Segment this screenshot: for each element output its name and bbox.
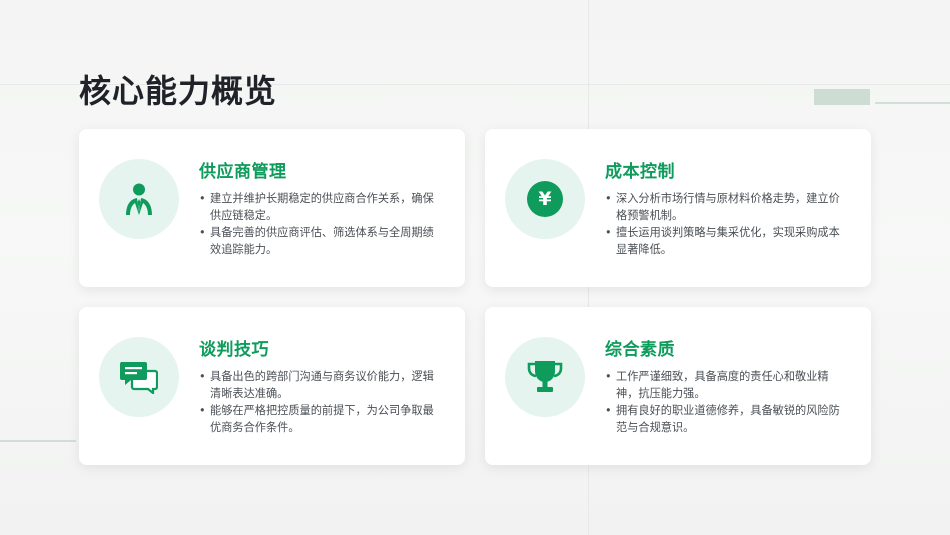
card-title: 成本控制 [605,162,675,182]
icon-badge [99,337,179,417]
list-item: 拥有良好的职业道德修养，具备敏锐的风险防范与合规意识。 [605,402,845,436]
capability-card-supplier: 供应商管理 建立并维护长期稳定的供应商合作关系，确保供应链稳定。 具备完善的供应… [79,129,465,287]
card-title: 谈判技巧 [199,340,269,360]
chat-bubbles-icon [120,362,158,394]
card-title: 综合素质 [605,340,675,360]
capability-card-negotiation: 谈判技巧 具备出色的跨部门沟通与商务议价能力，逻辑清晰表达准确。 能够在严格把控… [79,307,465,465]
card-points: 建立并维护长期稳定的供应商合作关系，确保供应链稳定。 具备完善的供应商评估、筛选… [199,190,439,258]
card-points: 深入分析市场行情与原材料价格走势，建立价格预警机制。 擅长运用谈判策略与集采优化… [605,190,845,258]
yen-glyph: ¥ [538,188,552,210]
card-points: 具备出色的跨部门沟通与商务议价能力，逻辑清晰表达准确。 能够在严格把控质量的前提… [199,368,439,436]
card-points: 工作严谨细致，具备高度的责任心和敬业精神，抗压能力强。 拥有良好的职业道德修养，… [605,368,845,436]
page-title: 核心能力概览 [79,72,278,110]
list-item: 建立并维护长期稳定的供应商合作关系，确保供应链稳定。 [199,190,439,224]
capability-card-cost: ¥ 成本控制 深入分析市场行情与原材料价格走势，建立价格预警机制。 擅长运用谈判… [485,129,871,287]
list-item: 能够在严格把控质量的前提下，为公司争取最优商务合作条件。 [199,402,439,436]
user-tie-icon [126,183,152,215]
capability-card-quality: 综合素质 工作严谨细致，具备高度的责任心和敬业精神，抗压能力强。 拥有良好的职业… [485,307,871,465]
decor-bar [814,89,870,105]
icon-badge [505,337,585,417]
icon-badge: ¥ [505,159,585,239]
list-item: 具备完善的供应商评估、筛选体系与全周期绩效追踪能力。 [199,224,439,258]
list-item: 深入分析市场行情与原材料价格走势，建立价格预警机制。 [605,190,845,224]
card-title: 供应商管理 [199,162,287,182]
icon-badge [99,159,179,239]
list-item: 工作严谨细致，具备高度的责任心和敬业精神，抗压能力强。 [605,368,845,402]
list-item: 具备出色的跨部门沟通与商务议价能力，逻辑清晰表达准确。 [199,368,439,402]
decor-line [875,102,950,104]
list-item: 擅长运用谈判策略与集采优化，实现采购成本显著降低。 [605,224,845,258]
decor-line [0,440,76,442]
yen-coin-icon: ¥ [527,181,563,217]
trophy-icon [527,361,563,392]
